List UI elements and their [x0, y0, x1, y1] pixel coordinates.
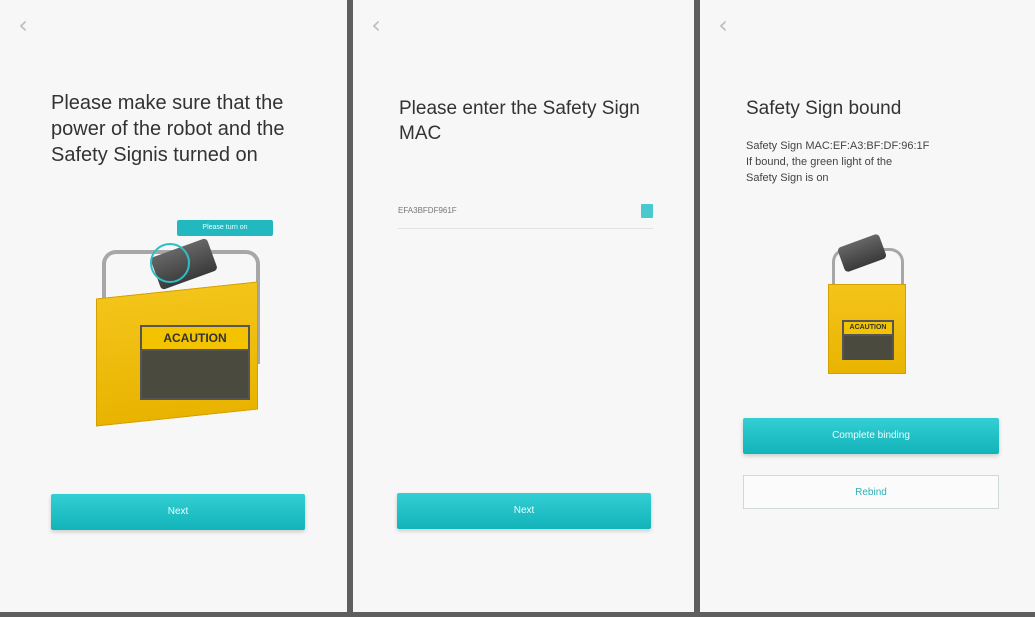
caution-body [142, 351, 248, 398]
screen-power-check: ‹ Please make sure that the power of the… [0, 0, 347, 612]
mac-info-line: Safety Sign MAC:EF:A3:BF:DF:96:1F [746, 140, 930, 152]
power-check-title: Please make sure that the power of the r… [51, 90, 285, 168]
enter-mac-title: Please enter the Safety Sign MAC [399, 96, 640, 146]
mac-input-value[interactable]: EFA3BFDF961F [398, 206, 457, 215]
info-line-2: Safety Sign is on [746, 172, 829, 184]
power-button-highlight [150, 243, 190, 283]
back-chevron-icon[interactable]: ‹ [363, 12, 389, 38]
title-line-1: Please enter the Safety Sign [399, 98, 640, 119]
next-button[interactable]: Next [397, 493, 651, 529]
safety-sign-illustration: ACAUTION Please turn on [92, 215, 273, 427]
scan-icon[interactable] [641, 204, 653, 218]
caution-body [844, 336, 892, 360]
next-button[interactable]: Next [51, 494, 305, 530]
title-line-3: Safety Signis turned on [51, 144, 258, 166]
title-line-2: power of the robot and the [51, 118, 285, 140]
caution-label: ACAUTION [842, 320, 894, 360]
caution-label: ACAUTION [140, 325, 250, 400]
turn-on-tooltip: Please turn on [177, 220, 273, 236]
screen-sign-bound: ‹ Safety Sign bound Safety Sign MAC:EF:A… [700, 0, 1035, 612]
title-line-1: Please make sure that the [51, 92, 284, 114]
bound-sign-illustration: ACAUTION [780, 220, 950, 380]
complete-binding-button[interactable]: Complete binding [743, 418, 999, 454]
rebind-button[interactable]: Rebind [743, 475, 999, 509]
mac-input-field[interactable]: EFA3BFDF961F [398, 198, 653, 229]
info-line-1: If bound, the green light of the [746, 156, 893, 168]
screen-enter-mac: ‹ Please enter the Safety Sign MAC EFA3B… [353, 0, 694, 612]
caution-heading: ACAUTION [142, 327, 248, 351]
bound-title: Safety Sign bound [746, 98, 902, 119]
back-chevron-icon[interactable]: ‹ [10, 12, 36, 38]
back-chevron-icon[interactable]: ‹ [710, 12, 736, 38]
title-line-2: MAC [399, 123, 442, 144]
caution-heading: ACAUTION [844, 322, 892, 336]
